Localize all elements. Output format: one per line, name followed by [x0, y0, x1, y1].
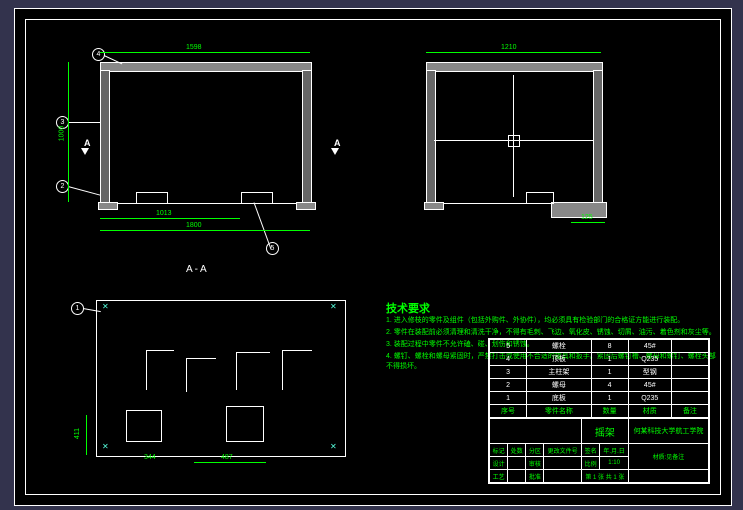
- tech-req-title: 技术要求: [386, 300, 430, 316]
- title-block-table: 摇架 何某科技大学航工学院 标记 处数 分区 更改文件号 签名 年.月.日 材质…: [489, 418, 709, 483]
- front-right-column: [302, 70, 312, 204]
- dim-plan-3: 344: [144, 454, 156, 461]
- plan-bracket-c1: [236, 352, 237, 390]
- material: 材质:见备注: [628, 444, 708, 470]
- dim-bot1-line: [100, 218, 240, 219]
- leader-3: [68, 122, 100, 123]
- arrow-down-right: [331, 148, 339, 155]
- arrow-down-left: [81, 148, 89, 155]
- leader-2: [68, 186, 101, 196]
- drawing-sheet: A A 4 3 2 5 1598 1000 1013 1800 A-A: [14, 8, 732, 506]
- dim-plan-v1: [86, 415, 87, 455]
- dim-bot-full-line: [100, 230, 310, 231]
- side-elevation-outline: [426, 62, 603, 204]
- plan-opening-1: [126, 410, 162, 442]
- dim-side-small-line: [571, 222, 605, 223]
- dim-left-line: [68, 62, 69, 202]
- parts-row: 4顶板1Q235: [490, 353, 709, 366]
- front-top-plate: [100, 62, 312, 72]
- front-base-block-right: [241, 192, 273, 204]
- dim-left-height: 1000: [58, 126, 65, 142]
- tech-req-2: 2. 零件在装配前必须清理和清洗干净，不得有毛刺、飞边、氧化皮、锈蚀、切屑、油污…: [386, 328, 716, 338]
- parts-row: 2螺母445#: [490, 379, 709, 392]
- plan-opening-2: [226, 406, 264, 442]
- dim-plan-2: 487: [221, 454, 233, 461]
- side-left-column: [426, 70, 436, 204]
- side-foot-left: [424, 202, 444, 210]
- front-base-block-left: [136, 192, 168, 204]
- plan-bracket-d1: [282, 350, 283, 390]
- tech-req-1: 1. 进入修枝的零件及组件（包括外购件、外协件），均必须具有检验部门的合格证方能…: [386, 316, 716, 326]
- plan-bracket-a1: [146, 350, 147, 390]
- side-center-hub: [508, 135, 520, 147]
- dim-side-small: 125: [581, 214, 593, 221]
- dim-top-line: [100, 52, 310, 53]
- dim-side-width: 1210: [501, 44, 517, 51]
- parts-row: 3主柱架1型钢: [490, 366, 709, 379]
- project-name: 摇架: [581, 419, 628, 444]
- parts-row: 5螺栓845#: [490, 340, 709, 353]
- school-name: 何某科技大学航工学院: [628, 419, 708, 444]
- side-foot-right: [551, 202, 607, 218]
- title-block: 5螺栓845# 4顶板1Q235 3主柱架1型钢 2螺母445# 1底板1Q23…: [488, 338, 710, 484]
- parts-header: 序号 零件名称 数量 材质 备注: [490, 405, 709, 418]
- front-left-column: [100, 70, 110, 204]
- plan-bolt-br: ✕: [330, 442, 337, 451]
- plan-bolt-bl: ✕: [102, 442, 109, 451]
- leader-5: [254, 202, 272, 249]
- section-label: A-A: [186, 264, 209, 275]
- dim-bottom-full: 1800: [186, 222, 202, 229]
- side-base-block: [526, 192, 554, 204]
- side-top-plate: [426, 62, 603, 72]
- plan-bracket-a2: [146, 350, 174, 351]
- dim-side-top-line: [426, 52, 601, 53]
- front-elevation-outline: [100, 62, 312, 204]
- dim-top-width: 1598: [186, 44, 202, 51]
- cad-viewport[interactable]: ⊣ ⊏ A A 4 3 2 5: [0, 0, 743, 510]
- plan-bolt-tl: ✕: [102, 302, 109, 311]
- plan-bracket-d2: [282, 350, 312, 351]
- dim-plan-h1: [194, 462, 266, 463]
- plan-bracket-b2: [186, 358, 216, 359]
- plan-bolt-tr: ✕: [330, 302, 337, 311]
- drawing-border: A A 4 3 2 5 1598 1000 1013 1800 A-A: [25, 19, 721, 495]
- front-foot-left: [98, 202, 118, 210]
- parts-list-table: 5螺栓845# 4顶板1Q235 3主柱架1型钢 2螺母445# 1底板1Q23…: [489, 339, 709, 418]
- plan-bracket-c2: [236, 352, 270, 353]
- section-marker-a-right: A: [334, 138, 341, 148]
- section-marker-a-left: A: [84, 138, 91, 148]
- side-right-column: [593, 70, 603, 204]
- front-foot-right: [296, 202, 316, 210]
- parts-row: 1底板1Q235: [490, 392, 709, 405]
- plan-bracket-b1: [186, 358, 187, 392]
- dim-bottom-seg: 1013: [156, 210, 172, 217]
- dim-plan-1: 411: [74, 428, 81, 439]
